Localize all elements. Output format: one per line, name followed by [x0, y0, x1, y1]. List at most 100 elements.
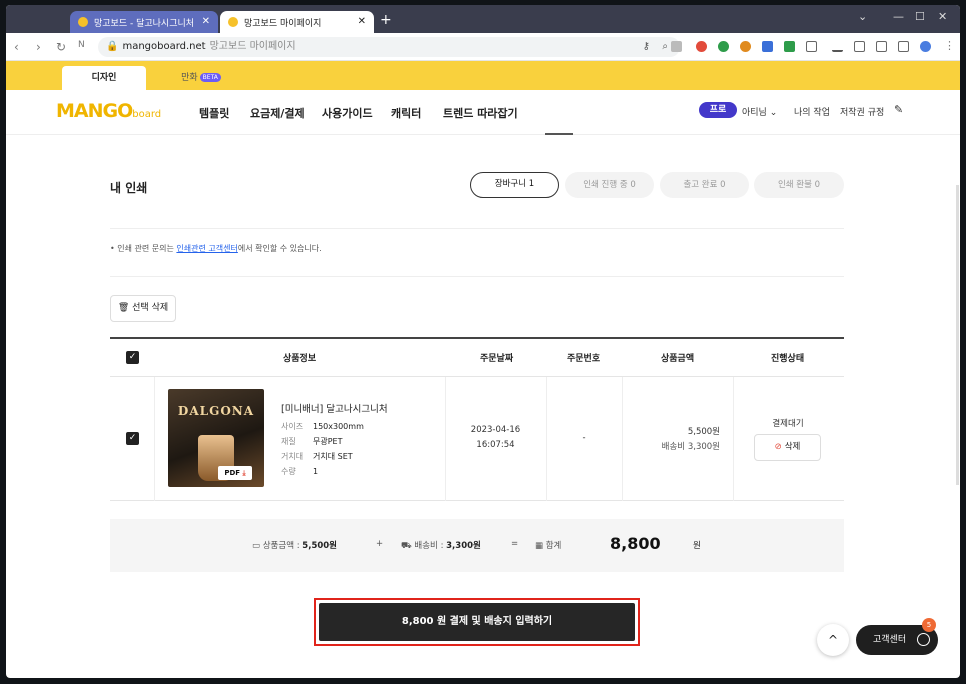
screenshot-icon[interactable] [876, 41, 887, 52]
col-price: 상품금액 [661, 354, 695, 364]
tab-design[interactable]: 디자인 [62, 66, 146, 90]
cast-icon[interactable] [854, 41, 865, 52]
delete-label: 삭제 [784, 442, 801, 452]
truck-icon: ⛟ [401, 541, 412, 551]
mango-favicon-icon [78, 17, 88, 27]
download-icon[interactable] [832, 41, 843, 52]
spec-key: 사이즈 [281, 422, 304, 431]
nav-pricing[interactable]: 요금제/결제 [250, 105, 305, 121]
spec-key: 거치대 [281, 452, 304, 461]
forward-icon[interactable]: › [36, 40, 41, 54]
reload-icon[interactable]: ↻ [56, 40, 66, 54]
extension-icon[interactable] [740, 41, 751, 52]
browser-tab-2[interactable]: 망고보드 마이페이지 ✕ [220, 11, 374, 33]
url-domain: mangoboard.net [122, 41, 206, 52]
key-icon[interactable]: ⚷ [643, 37, 650, 57]
table-row: ✓ DALGONA PDF ⤓ [미니배너] 달고나시그니처 사이즈 150x30… [110, 377, 844, 501]
chat-bubble-icon [917, 633, 930, 646]
my-work-link[interactable]: 나의 작업 [794, 105, 830, 118]
minimize-icon[interactable]: — [893, 10, 904, 23]
translate-icon[interactable] [762, 41, 773, 52]
customer-center-button[interactable]: 고객센터 5 [856, 618, 938, 655]
shipping-total-label: 배송비 : [414, 541, 447, 551]
divider [445, 377, 446, 501]
page-scrollbar[interactable] [956, 185, 959, 485]
col-status: 진행상태 [771, 354, 805, 364]
bookmark-star-icon[interactable] [671, 41, 682, 52]
row-checkbox[interactable]: ✓ [126, 432, 139, 445]
tab-label: 망고보드 - 달고나시그니처 [94, 18, 195, 29]
menu-kebab-icon[interactable]: ⋮ [944, 39, 955, 52]
pay-and-shipping-button[interactable]: 8,800 원 결제 및 배송지 입력하기 [319, 603, 635, 641]
delete-circle-icon: ⊘ [774, 442, 782, 452]
divider [154, 377, 155, 501]
delete-item-button[interactable]: ⊘ 삭제 [754, 434, 821, 461]
scroll-top-button[interactable]: ^ [817, 624, 849, 656]
product-total-label: 상품금액 : [262, 541, 303, 551]
trash-icon: 🗑 [117, 303, 130, 313]
product-name: [미니배너] 달고나시그니처 [281, 404, 388, 415]
thumbnail-title: DALGONA [177, 404, 255, 418]
spec-value: 거치대 SET [313, 452, 353, 461]
spec-stand: 거치대 거치대 SET [281, 451, 353, 462]
spec-material: 재질 무광PET [281, 436, 343, 447]
tab-in-progress[interactable]: 인쇄 진행 중 0 [565, 172, 654, 198]
back-icon[interactable]: ‹ [14, 40, 19, 54]
select-all-checkbox[interactable]: ✓ [126, 351, 139, 364]
tools-icon[interactable]: ✎ [894, 103, 903, 116]
extension-icon[interactable] [696, 41, 707, 52]
mango-favicon-icon [228, 17, 238, 27]
spec-value: 무광PET [313, 437, 343, 446]
sidebar-icon[interactable] [898, 41, 909, 52]
url-field[interactable]: 🔒 mangoboard.net 망고보드 마이페이지 ⚷ ⌕ [98, 37, 680, 57]
order-summary: ▭ 상품금액 : 5,500원 + ⛟ 배송비 : 3,300원 = ▦ 합계 … [110, 519, 844, 572]
tab-refund[interactable]: 인쇄 환불 0 [754, 172, 844, 198]
item-price: 5,500원 [687, 427, 720, 437]
page-title: 내 인쇄 [110, 181, 148, 195]
tab-shipped[interactable]: 출고 완료 0 [660, 172, 749, 198]
nav-characters[interactable]: 캐릭터 [391, 105, 421, 121]
calculator-icon: ▦ [535, 541, 544, 551]
extension-icon[interactable] [784, 41, 795, 52]
col-order-no: 주문번호 [567, 354, 601, 364]
divider [622, 377, 623, 501]
user-menu[interactable]: 아티님 ⌄ [742, 105, 777, 118]
print-support-link[interactable]: 인쇄관련 고객센터 [176, 244, 237, 253]
notification-badge: 5 [922, 618, 936, 632]
profile-avatar-icon[interactable] [920, 41, 931, 52]
tab-search-icon[interactable]: ⌄ [858, 10, 867, 23]
nav-guide[interactable]: 사용가이드 [322, 105, 373, 121]
item-shipping: 배송비 3,300원 [661, 442, 720, 452]
delete-selected-button[interactable]: 🗑 선택 삭제 [110, 295, 176, 322]
close-tab-icon[interactable]: ✕ [358, 16, 366, 27]
tab-cart[interactable]: 장바구니 1 [470, 172, 559, 198]
mangoboard-logo[interactable]: MANGOboard [56, 100, 161, 122]
active-tab-indicator [545, 133, 573, 135]
extension-icon[interactable] [718, 41, 729, 52]
lock-icon: 🔒 [106, 41, 119, 52]
reader-icon[interactable]: N [78, 40, 85, 50]
zoom-icon[interactable]: ⌕ [662, 37, 668, 57]
new-tab-button[interactable]: + [380, 12, 392, 28]
address-bar-row: ‹ › ↻ N 🔒 mangoboard.net 망고보드 마이페이지 ⚷ ⌕ ⋮ [6, 33, 960, 61]
grand-total-value: 8,800 [610, 534, 661, 553]
nav-trends[interactable]: 트렌드 따라잡기 [443, 105, 518, 121]
maximize-icon[interactable]: ☐ [915, 10, 925, 23]
grand-total-label: 합계 [545, 541, 562, 551]
close-tab-icon[interactable]: ✕ [202, 16, 210, 27]
close-window-icon[interactable]: ✕ [938, 10, 947, 23]
product-thumbnail[interactable]: DALGONA PDF ⤓ [168, 389, 264, 487]
shipping-total-value: 3,300원 [446, 541, 481, 551]
puzzle-icon[interactable] [806, 41, 817, 52]
spec-value: 1 [313, 467, 319, 476]
browser-tab-1[interactable]: 망고보드 - 달고나시그니처 ✕ [70, 11, 218, 33]
equals-sign: = [511, 539, 519, 549]
tab-comic[interactable]: 만화 BETA [176, 66, 226, 90]
tab-bar: 망고보드 - 달고나시그니처 ✕ 망고보드 마이페이지 ✕ + ⌄ — ☐ ✕ [6, 5, 960, 33]
pdf-badge[interactable]: PDF ⤓ [218, 466, 252, 480]
nav-templates[interactable]: 템플릿 [199, 105, 229, 121]
divider [733, 377, 734, 501]
user-name: 아티님 [742, 108, 767, 118]
beta-badge: BETA [199, 73, 221, 82]
copyright-link[interactable]: 저작권 규정 [840, 105, 884, 118]
